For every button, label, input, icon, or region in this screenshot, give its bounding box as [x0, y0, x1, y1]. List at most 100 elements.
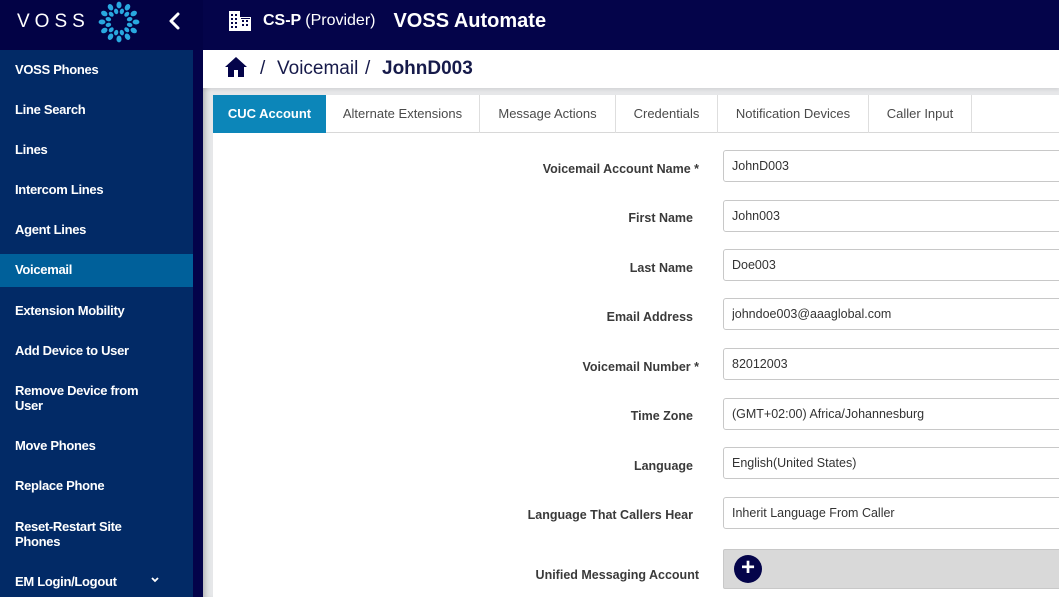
sidebar-item-voicemail[interactable]: Voicemail: [0, 254, 193, 287]
tab-label: Caller Input: [886, 106, 954, 121]
tab-label: Notification Devices: [735, 106, 851, 121]
unified-messaging-label: Unified Messaging Account: [535, 568, 699, 582]
home-icon[interactable]: [224, 56, 248, 78]
tab-label: Alternate Extensions: [342, 106, 463, 121]
logo-petal: [126, 16, 133, 22]
sidebar-item-reset-restart-site-phones[interactable]: Reset-Restart Site Phones: [0, 519, 150, 549]
logo-petal: [113, 29, 119, 36]
logo-petal: [126, 22, 133, 28]
breadcrumb-separator: /: [260, 58, 266, 79]
last-name-input[interactable]: [723, 249, 1059, 281]
first-name-label: First Name: [628, 211, 693, 225]
logo-petal: [108, 11, 114, 17]
tab-cuc-account[interactable]: CUC Account: [213, 95, 326, 133]
logo-petal: [132, 19, 140, 25]
sidebar-item-voss-phones[interactable]: VOSS Phones: [0, 62, 193, 77]
unified-messaging-container: +: [723, 549, 1059, 589]
sidebar-item-move-phones[interactable]: Move Phones: [0, 438, 193, 453]
first-name-input[interactable]: [723, 200, 1059, 232]
app-title: VOSS Automate: [393, 9, 547, 32]
provider-context[interactable]: CS-P (Provider) VOSS Automate: [228, 8, 546, 34]
breadcrumb: / Voicemail / JohnD003: [203, 50, 1059, 88]
sidebar-item-agent-lines[interactable]: Agent Lines: [0, 222, 193, 237]
top-bar: VOSS CS-P (Provider) VOSS Automate: [0, 0, 1059, 50]
logo-petal: [116, 35, 122, 43]
sidebar-item-em-login-logout[interactable]: EM Login/Logout: [0, 574, 193, 589]
cuc-account-form: Voicemail Account Name * First Name Last…: [213, 133, 1059, 597]
sidebar-item-label: Extension Mobility: [15, 303, 125, 318]
tab-message-actions[interactable]: Message Actions: [480, 95, 616, 133]
tab-label: CUC Account: [227, 106, 312, 121]
sidebar-item-label: VOSS Phones: [15, 62, 99, 77]
time-zone-select[interactable]: [723, 398, 1059, 430]
sidebar-item-intercom-lines[interactable]: Intercom Lines: [0, 182, 193, 197]
sidebar-item-label: Add Device to User: [15, 343, 129, 358]
logo-petal: [119, 29, 125, 36]
sidebar-item-lines[interactable]: Lines: [0, 142, 193, 157]
tab-bar: CUC Account Alternate Extensions Message…: [213, 95, 1059, 133]
callers-language-label: Language That Callers Hear: [527, 508, 693, 522]
sidebar-item-label: Line Search: [15, 102, 86, 117]
time-zone-label: Time Zone: [630, 409, 693, 423]
sidebar-item-label: Reset-Restart Site Phones: [15, 519, 122, 549]
logo-petal: [124, 4, 131, 11]
callers-language-select[interactable]: [723, 497, 1059, 529]
tab-caller-input[interactable]: Caller Input: [869, 95, 972, 133]
sidebar-item-add-device-to-user[interactable]: Add Device to User: [0, 343, 193, 358]
logo-petal: [98, 19, 106, 25]
sidebar-item-extension-mobility[interactable]: Extension Mobility: [0, 303, 193, 318]
logo-petal: [108, 27, 114, 33]
email-address-input[interactable]: [723, 298, 1059, 330]
plus-icon[interactable]: +: [734, 555, 762, 583]
tab-label: Credentials: [633, 106, 700, 121]
logo-petal: [116, 1, 122, 9]
voicemail-account-name-label: Voicemail Account Name *: [542, 162, 699, 176]
logo-petal: [130, 27, 137, 34]
sidebar-item-remove-device-from-user[interactable]: Remove Device from User: [0, 383, 150, 413]
chevron-left-icon[interactable]: [164, 9, 186, 33]
tab-alternate-extensions[interactable]: Alternate Extensions: [326, 95, 480, 133]
sidebar-divider: [193, 50, 203, 597]
email-address-label: Email Address: [606, 310, 693, 324]
logo-petal: [107, 33, 114, 40]
provider-name: CS-P: [263, 12, 302, 29]
logo-petal: [124, 11, 130, 17]
sidebar-item-label: Voicemail: [15, 262, 73, 277]
building-icon: [229, 11, 251, 31]
logo-petal: [124, 27, 130, 33]
tab-notification-devices[interactable]: Notification Devices: [718, 95, 869, 133]
brand-name: VOSS: [17, 11, 90, 32]
sidebar-item-label: Remove Device from User: [15, 383, 139, 413]
breadcrumb-current: JohnD003: [382, 58, 473, 79]
sidebar-item-label: Move Phones: [15, 438, 96, 453]
sidebar: VOSS Phones Line Search Lines Intercom L…: [0, 50, 193, 597]
logo-petal: [105, 16, 112, 22]
sidebar-item-line-search[interactable]: Line Search: [0, 102, 193, 117]
tab-label: Message Actions: [498, 106, 597, 121]
logo-petal: [113, 8, 119, 15]
sidebar-item-label: Intercom Lines: [15, 182, 104, 197]
logo-petal: [107, 4, 114, 11]
tab-credentials[interactable]: Credentials: [616, 95, 718, 133]
language-select[interactable]: [723, 447, 1059, 479]
voicemail-number-input[interactable]: [723, 348, 1059, 380]
logo-petal: [130, 10, 137, 17]
sidebar-item-label: Agent Lines: [15, 222, 87, 237]
logo-petal: [119, 8, 125, 15]
sidebar-item-label: Lines: [15, 142, 48, 157]
logo-petal: [101, 27, 108, 34]
main-content: / Voicemail / JohnD003 CUC Account Alter…: [203, 50, 1059, 597]
logo-petal: [105, 22, 112, 28]
voicemail-account-name-input[interactable]: [723, 150, 1059, 182]
add-button-symbol: +: [740, 554, 755, 581]
language-label: Language: [633, 459, 693, 473]
logo-petal: [101, 10, 108, 17]
logo-petal: [124, 33, 131, 40]
last-name-label: Last Name: [629, 261, 693, 275]
breadcrumb-voicemail[interactable]: Voicemail: [277, 58, 358, 80]
chevron-down-icon[interactable]: [150, 574, 160, 589]
sidebar-item-label: EM Login/Logout: [15, 574, 117, 589]
sidebar-item-replace-phone[interactable]: Replace Phone: [0, 478, 193, 493]
voss-logo-icon: [98, 1, 140, 43]
provider-role: (Provider): [305, 12, 376, 29]
